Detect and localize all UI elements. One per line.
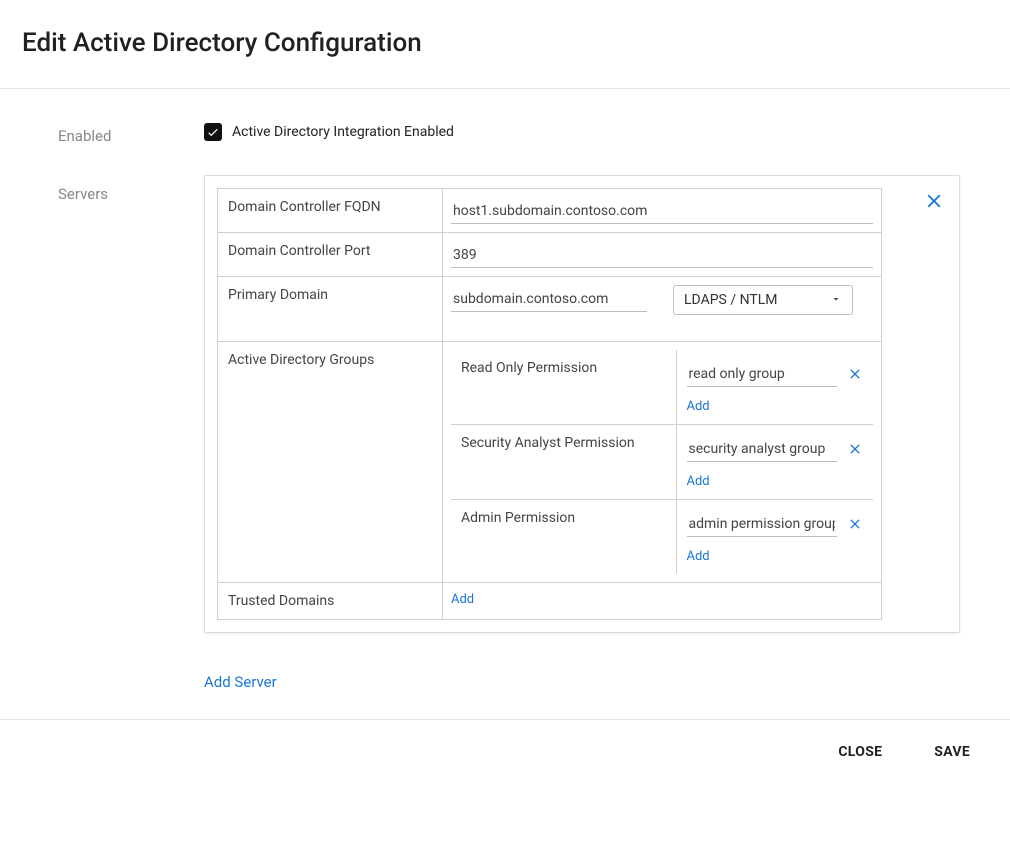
check-icon [206,125,220,139]
close-icon [847,366,863,382]
close-icon [847,441,863,457]
fqdn-input[interactable] [451,197,873,224]
add-trusted-domain[interactable]: Add [451,592,474,607]
auth-mode-select[interactable]: LDAPS / NTLM [673,285,853,315]
close-button[interactable]: CLOSE [834,738,886,766]
label-primary-domain: Primary Domain [218,277,443,342]
enabled-checkbox-label: Active Directory Integration Enabled [232,124,454,140]
remove-group-analyst[interactable] [847,441,863,457]
close-icon [923,190,945,212]
server-card: Domain Controller FQDN Domain Controller… [204,175,960,633]
label-trusted-domains: Trusted Domains [218,583,443,620]
remove-group-readonly[interactable] [847,366,863,382]
perm-label-admin: Admin Permission [451,500,676,575]
label-enabled: Enabled [58,117,204,145]
group-input-analyst[interactable] [687,435,838,462]
close-icon [847,516,863,532]
add-group-analyst[interactable]: Add [687,474,710,489]
perm-label-readonly: Read Only Permission [451,350,676,425]
save-button[interactable]: SAVE [930,738,974,766]
add-group-admin[interactable]: Add [687,549,710,564]
page-title: Edit Active Directory Configuration [22,28,1010,58]
label-ad-groups: Active Directory Groups [218,342,443,583]
add-group-readonly[interactable]: Add [687,399,710,414]
add-server-link[interactable]: Add Server [204,673,960,691]
remove-group-admin[interactable] [847,516,863,532]
group-input-admin[interactable] [687,510,838,537]
label-servers: Servers [58,175,204,691]
remove-server-button[interactable] [923,190,945,215]
group-input-readonly[interactable] [687,360,838,387]
label-fqdn: Domain Controller FQDN [218,189,443,233]
primary-domain-input[interactable] [451,285,647,312]
enabled-checkbox[interactable] [204,123,222,141]
port-input[interactable] [451,241,873,268]
auth-mode-value: LDAPS / NTLM [684,292,778,308]
chevron-down-icon [830,293,842,308]
perm-label-analyst: Security Analyst Permission [451,425,676,500]
label-port: Domain Controller Port [218,233,443,277]
